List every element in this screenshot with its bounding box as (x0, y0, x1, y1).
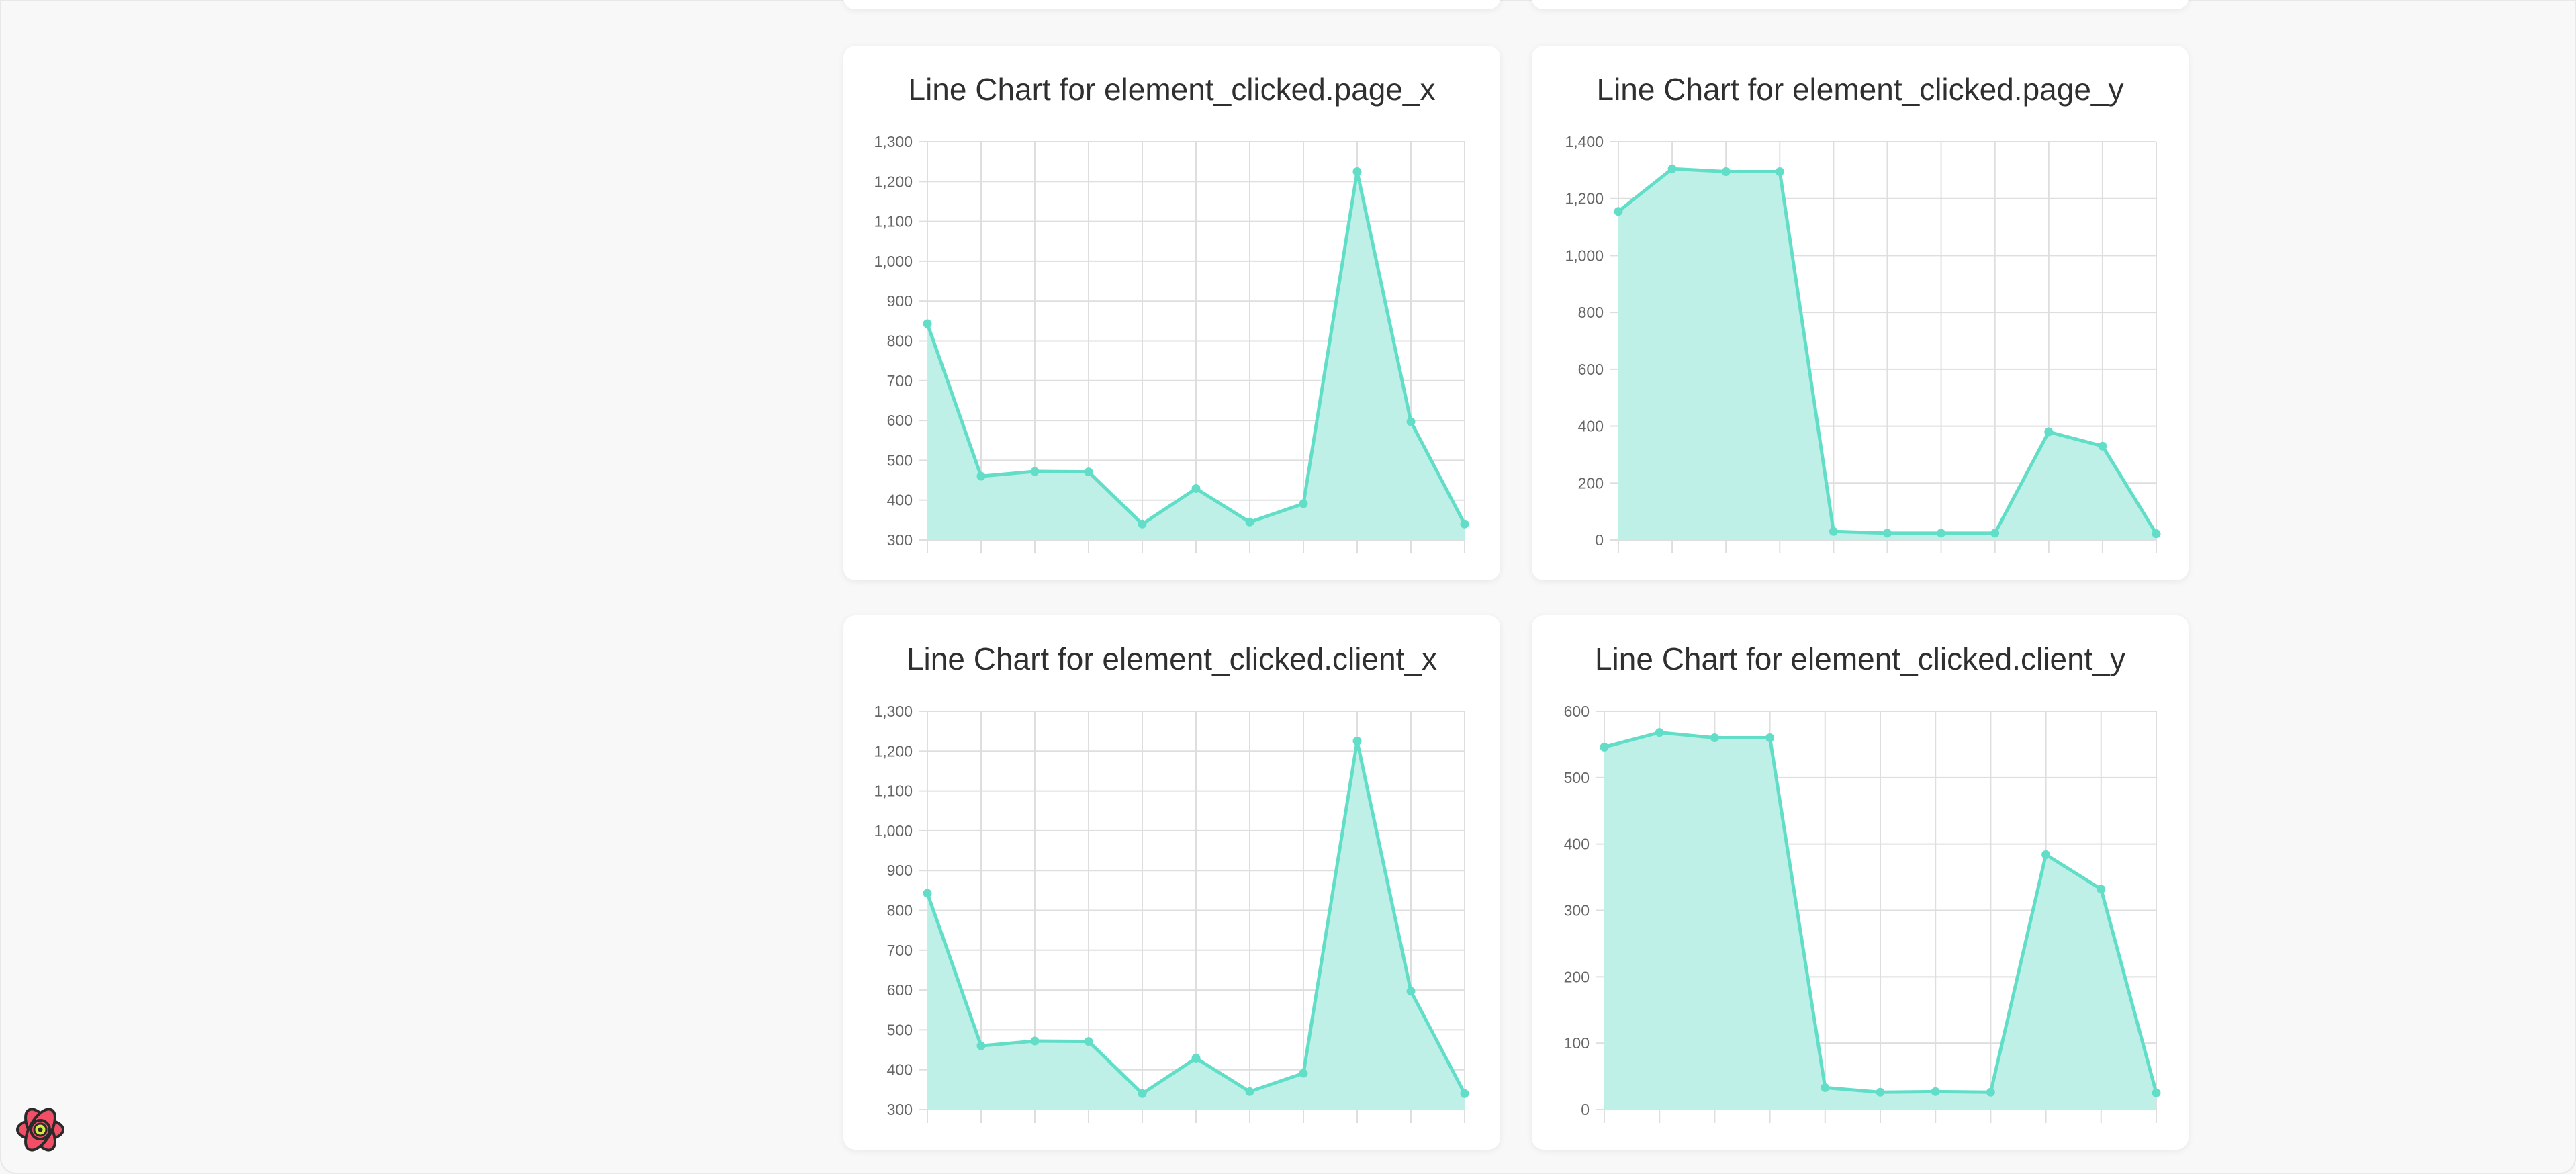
y-axis-tick-label: 1,000 (1565, 246, 1604, 264)
data-point[interactable] (1986, 1087, 1995, 1097)
data-point[interactable] (976, 471, 986, 481)
data-point[interactable] (1460, 519, 1469, 529)
react-logo-icon-graphic (16, 1108, 64, 1152)
react-logo-icon[interactable] (12, 1101, 68, 1158)
y-axis-tick-label: 1,200 (874, 173, 913, 190)
line-chart-client-x: 1,300 1,200 1,100 1,000 900 800 700 600 500 400 30… (874, 703, 1469, 1123)
y-axis-tick-label: 1,400 (1565, 133, 1604, 150)
data-point[interactable] (1821, 1083, 1830, 1092)
data-point[interactable] (1460, 1089, 1469, 1098)
y-axis-tick-label: 0 (1581, 1101, 1590, 1118)
data-point[interactable] (1138, 1089, 1147, 1098)
data-point[interactable] (1352, 736, 1362, 746)
previous-chart-card-left (843, 0, 1500, 9)
y-axis-tick-label: 800 (1578, 304, 1604, 321)
y-axis-tick-label: 500 (1564, 769, 1590, 786)
y-axis-tick-label: 300 (887, 1101, 913, 1118)
y-axis-tick-label: 1,200 (1565, 190, 1604, 208)
data-point[interactable] (1191, 1054, 1201, 1063)
data-point[interactable] (1600, 742, 1609, 752)
y-axis-tick-label: 800 (887, 902, 913, 919)
y-axis-tick-label: 400 (887, 492, 913, 509)
y-axis-tick-label: 1,000 (874, 822, 913, 840)
y-axis-tick-label: 1,100 (874, 213, 913, 230)
data-point[interactable] (1138, 519, 1147, 529)
data-point[interactable] (1030, 1036, 1040, 1046)
data-point[interactable] (1245, 1087, 1254, 1096)
y-axis-tick-label: 900 (887, 292, 913, 310)
line-chart-page-y: 1,400 1,200 1,000 800 600 400 200 0 (1565, 133, 2161, 553)
data-point[interactable] (2152, 1088, 2161, 1097)
data-point[interactable] (1655, 728, 1664, 737)
data-point[interactable] (1775, 167, 1784, 176)
y-axis-tick-label: 1,000 (874, 253, 913, 270)
y-axis-tick-label: 1,300 (874, 703, 913, 720)
data-point[interactable] (1721, 167, 1731, 176)
data-point[interactable] (1191, 484, 1201, 494)
data-point[interactable] (1931, 1087, 1940, 1096)
data-point[interactable] (923, 889, 932, 898)
data-point[interactable] (2097, 885, 2106, 894)
data-point[interactable] (1406, 987, 1416, 996)
data-point[interactable] (923, 319, 932, 328)
y-axis-tick-label: 600 (1564, 703, 1590, 720)
y-axis-tick-label: 600 (887, 412, 913, 429)
y-axis-tick-label: 800 (887, 332, 913, 350)
data-point[interactable] (1030, 467, 1040, 476)
chart-card-page-y: Line Chart for element_clicked.page_y 1,… (1532, 46, 2189, 580)
data-point[interactable] (1614, 207, 1623, 216)
data-point[interactable] (1299, 1069, 1308, 1078)
data-point[interactable] (1667, 164, 1677, 173)
y-axis-tick-label: 0 (1595, 531, 1604, 549)
y-axis-tick-label: 300 (887, 531, 913, 549)
y-axis-tick-label: 1,100 (874, 782, 913, 800)
y-axis-tick-label: 600 (887, 981, 913, 999)
data-point[interactable] (2041, 850, 2051, 859)
data-point[interactable] (1245, 517, 1254, 527)
y-axis-tick-label: 600 (1578, 361, 1604, 378)
y-axis-tick-label: 300 (1564, 902, 1590, 919)
previous-chart-card-right (1532, 0, 2189, 9)
y-axis-tick-label: 700 (887, 372, 913, 390)
chart-card-client-y: Line Chart for element_clicked.client_y … (1532, 615, 2189, 1150)
chart-card-client-x: Line Chart for element_clicked.client_x … (843, 615, 1500, 1150)
data-point[interactable] (2152, 529, 2161, 539)
data-point[interactable] (1084, 1037, 1093, 1046)
y-axis-tick-label: 200 (1564, 968, 1590, 985)
y-axis-tick-label: 500 (887, 1021, 913, 1038)
data-point[interactable] (1352, 167, 1362, 176)
data-point[interactable] (1299, 499, 1308, 508)
y-axis-tick-label: 1,300 (874, 133, 913, 150)
data-point[interactable] (1876, 1087, 1885, 1097)
data-point[interactable] (1990, 529, 2000, 538)
y-axis-tick-label: 100 (1564, 1034, 1590, 1052)
line-chart-client-y: 600 500 400 300 200 100 0 (1564, 703, 2161, 1123)
data-point[interactable] (2044, 427, 2054, 437)
data-point[interactable] (1406, 417, 1416, 426)
data-point[interactable] (1829, 527, 1838, 536)
data-point[interactable] (1084, 467, 1093, 477)
y-axis-tick-label: 1,200 (874, 742, 913, 760)
y-axis-tick-label: 400 (887, 1061, 913, 1079)
y-axis-tick-label: 900 (887, 862, 913, 879)
line-chart-page-x: 1,300 1,200 1,100 1,000 900 800 700 600 500 400 30… (874, 133, 1469, 553)
y-axis-tick-label: 400 (1564, 836, 1590, 853)
data-point[interactable] (1937, 529, 1946, 538)
y-axis-tick-label: 200 (1578, 474, 1604, 492)
data-point[interactable] (2098, 441, 2107, 451)
y-axis-tick-label: 700 (887, 942, 913, 959)
data-point[interactable] (1883, 529, 1892, 538)
data-point[interactable] (976, 1041, 986, 1050)
chart-card-page-x: Line Chart for element_clicked.page_x 1,… (843, 46, 1500, 580)
y-axis-tick-label: 500 (887, 451, 913, 469)
data-point[interactable] (1765, 733, 1775, 743)
data-point[interactable] (1710, 733, 1719, 743)
y-axis-tick-label: 400 (1578, 418, 1604, 435)
